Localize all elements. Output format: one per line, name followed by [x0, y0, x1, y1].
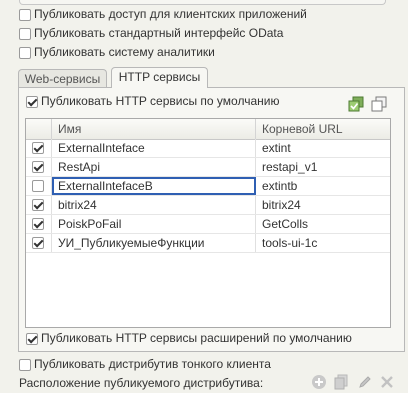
row-check-cell [26, 234, 52, 252]
publication-dialog: Публиковать доступ для клиентских прилож… [0, 0, 408, 393]
publish-client-apps-checkbox[interactable] [19, 9, 31, 21]
row-publish-checkbox[interactable] [32, 237, 44, 249]
table-row[interactable]: bitrix24 bitrix24 [26, 196, 390, 215]
row-root-url[interactable]: extint [256, 139, 390, 157]
row-name[interactable]: RestApi [52, 158, 256, 176]
row-publish-checkbox[interactable] [32, 161, 44, 173]
publish-http-default-label: Публиковать HTTP сервисы по умолчанию [41, 94, 280, 108]
row-root-url[interactable]: bitrix24 [256, 196, 390, 214]
row-check-cell [26, 139, 52, 157]
publish-thin-client-label: Публиковать дистрибутив тонкого клиента [34, 357, 271, 371]
publish-http-default-checkbox[interactable] [26, 96, 38, 108]
row-name[interactable]: bitrix24 [52, 196, 256, 214]
uncheck-all-icon[interactable] [371, 96, 387, 112]
publish-thin-client-checkbox[interactable] [19, 359, 31, 371]
row-check-cell [26, 196, 52, 214]
row-name[interactable]: УИ_ПубликуемыеФункции [52, 234, 256, 252]
table-header: Имя Корневой URL [26, 119, 390, 140]
row-publish-checkbox[interactable] [32, 218, 44, 230]
check-all-icon[interactable] [348, 96, 364, 112]
edit-icon[interactable] [357, 374, 373, 390]
publish-analytics-checkbox[interactable] [19, 47, 31, 59]
copy-icon[interactable] [334, 374, 350, 390]
publish-odata-checkbox[interactable] [19, 28, 31, 40]
row-name[interactable]: ExternalInteface [52, 139, 256, 157]
distribution-location-label: Расположение публикуемого дистрибутива: [19, 376, 264, 390]
row-name[interactable]: ExternalIntefaceB [52, 177, 256, 195]
table-row[interactable]: УИ_ПубликуемыеФункции tools-ui-1c [26, 234, 390, 253]
row-root-url[interactable]: restapi_v1 [256, 158, 390, 176]
row-publish-checkbox[interactable] [32, 199, 44, 211]
publish-analytics-label: Публиковать систему аналитики [34, 45, 215, 59]
publish-odata-label: Публиковать стандартный интерфейс OData [34, 26, 284, 40]
row-check-cell [26, 158, 52, 176]
row-root-url[interactable]: extintb [256, 177, 390, 195]
row-name[interactable]: PoiskPoFail [52, 215, 256, 233]
row-publish-checkbox[interactable] [32, 142, 44, 154]
row-check-cell [26, 215, 52, 233]
row-root-url[interactable]: tools-ui-1c [256, 234, 390, 252]
table-row[interactable]: PoiskPoFail GetColls [26, 215, 390, 234]
table-row[interactable]: ExternalIntefaceB extintb [26, 177, 390, 196]
row-check-cell [26, 177, 52, 195]
table-row[interactable]: ExternalInteface extint [26, 139, 390, 158]
publish-client-apps-label: Публиковать доступ для клиентских прилож… [34, 7, 307, 21]
header-root-url[interactable]: Корневой URL [256, 119, 390, 139]
table-row[interactable]: RestApi restapi_v1 [26, 158, 390, 177]
delete-icon[interactable] [379, 374, 395, 390]
publish-http-extensions-label: Публиковать HTTP сервисы расширений по у… [41, 331, 352, 345]
row-root-url[interactable]: GetColls [256, 215, 390, 233]
publish-http-extensions-checkbox[interactable] [26, 333, 38, 345]
add-icon[interactable] [312, 375, 326, 389]
tab-http-services[interactable]: HTTP сервисы [111, 67, 208, 88]
header-check-column [26, 119, 52, 139]
header-name[interactable]: Имя [52, 119, 256, 139]
tab-web-services[interactable]: Web-сервисы [18, 69, 107, 88]
top-field-edge [19, 0, 386, 5]
row-publish-checkbox[interactable] [32, 180, 44, 192]
http-services-table[interactable]: Имя Корневой URL ExternalInteface extint R… [25, 118, 391, 328]
